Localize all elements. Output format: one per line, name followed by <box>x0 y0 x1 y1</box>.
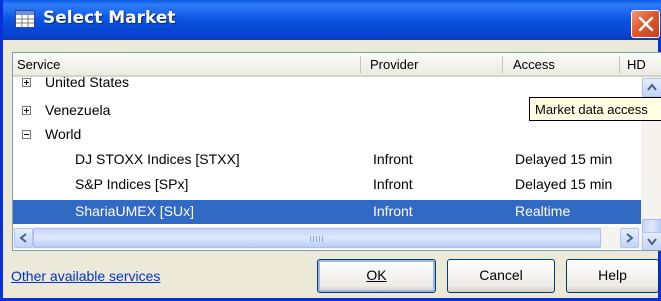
access-level: Delayed 15 min <box>515 176 613 192</box>
ok-button-label: OK <box>366 267 387 283</box>
select-market-dialog: Select Market Service Provider Access HD… <box>0 0 661 301</box>
service-name: DJ STOXX Indices [STXX] <box>75 151 240 167</box>
access-level: Realtime <box>515 203 571 219</box>
column-header-access[interactable]: Access <box>513 57 555 72</box>
column-divider[interactable] <box>619 56 620 73</box>
title-bar[interactable]: Select Market <box>3 0 661 40</box>
scroll-up-icon <box>647 83 657 91</box>
horizontal-scroll-thumb[interactable] <box>33 228 601 248</box>
list-item[interactable]: DJ STOXX Indices [STXX] Infront Delayed … <box>13 148 641 172</box>
window-title: Select Market <box>43 8 176 28</box>
expand-icon[interactable] <box>22 78 31 87</box>
service-name: World <box>45 126 82 142</box>
grip-icon <box>310 236 324 242</box>
column-header-hd[interactable]: HD <box>627 57 646 72</box>
help-button-label: Help <box>598 267 627 283</box>
collapse-icon[interactable] <box>22 130 31 139</box>
provider-name: Infront <box>373 176 413 192</box>
service-name: United States <box>45 74 130 90</box>
list-item[interactable]: World <box>13 123 641 147</box>
column-divider[interactable] <box>502 56 503 73</box>
list-item[interactable]: United States <box>13 72 641 96</box>
vertical-scroll-thumb[interactable] <box>642 219 661 233</box>
other-services-link[interactable]: Other available services <box>11 268 160 284</box>
access-level: Delayed 15 min <box>515 151 613 167</box>
market-list[interactable]: Service Provider Access HD United States… <box>12 52 661 251</box>
service-name: ShariaUMEX [SUx] <box>75 203 195 219</box>
list-item-selected[interactable]: ShariaUMEX [SUx] Infront Realtime <box>13 200 641 224</box>
cancel-button[interactable]: Cancel <box>447 259 555 293</box>
column-header-provider[interactable]: Provider <box>370 57 418 72</box>
ok-button[interactable]: OK <box>317 259 436 293</box>
scroll-right-icon <box>626 233 634 243</box>
horizontal-scrollbar[interactable] <box>13 227 641 249</box>
list-item[interactable]: S&P Indices [SPx] Infront Delayed 15 min <box>13 173 641 197</box>
cancel-button-label: Cancel <box>479 267 523 283</box>
provider-name: Infront <box>373 151 413 167</box>
help-button[interactable]: Help <box>566 259 659 293</box>
scroll-right-button[interactable] <box>620 228 639 248</box>
scroll-down-icon <box>647 238 657 246</box>
expand-icon[interactable] <box>22 106 31 115</box>
provider-name: Infront <box>373 203 413 219</box>
column-header-service[interactable]: Service <box>17 57 60 72</box>
scroll-up-button[interactable] <box>642 78 661 97</box>
service-name: S&P Indices [SPx] <box>75 176 189 192</box>
service-name: Venezuela <box>45 102 111 118</box>
scroll-left-button[interactable] <box>14 228 33 248</box>
tooltip: Market data access <box>529 97 661 121</box>
column-divider[interactable] <box>360 56 361 73</box>
table-icon <box>15 10 35 28</box>
scroll-down-button[interactable] <box>642 232 661 250</box>
scroll-left-icon <box>19 233 27 243</box>
close-icon <box>638 16 654 32</box>
close-button[interactable] <box>631 10 660 38</box>
